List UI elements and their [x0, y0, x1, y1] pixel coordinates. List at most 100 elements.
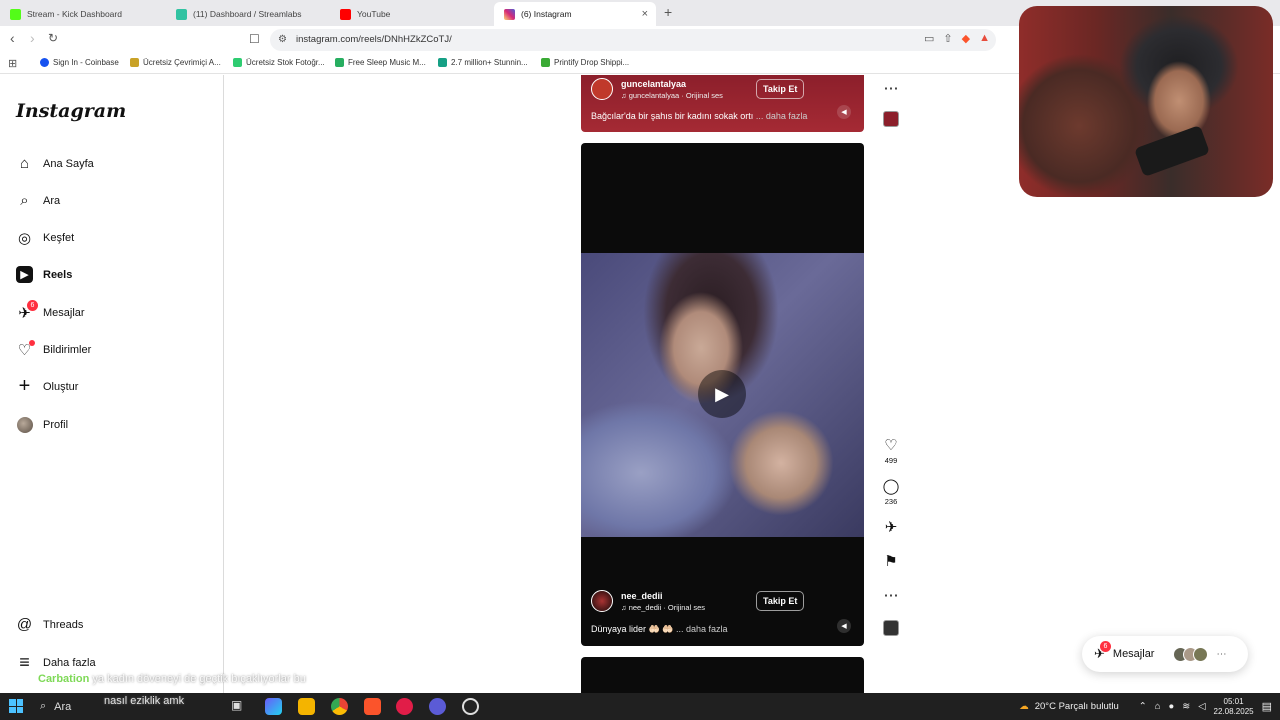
sidebar-item-home[interactable]: ⌂ Ana Sayfa [16, 155, 94, 172]
system-tray: ☁ 20°C Parçalı bulutlu ⌃ ⌂ ● ≋ ◁ 05:01 2… [1019, 693, 1280, 720]
sidebar-item-explore[interactable]: ◎ Keşfet [16, 229, 74, 247]
tab-youtube[interactable]: YouTube [330, 2, 494, 26]
reel-caption[interactable]: Bağcılar'da bir şahıs bir kadını sokak o… [591, 111, 807, 121]
bookmark-translate[interactable]: Ücretsiz Çevrimiçi A... [130, 58, 221, 67]
more-options-icon[interactable]: ⋯ [884, 79, 899, 97]
kick-icon [10, 8, 21, 20]
windows-start-icon[interactable] [9, 699, 23, 713]
address-bar[interactable]: ⚙ instagram.com/reels/DNhHZkZCoTJ/ [270, 29, 996, 51]
wifi-icon[interactable]: ≋ [1182, 701, 1190, 712]
back-icon[interactable]: ‹ [10, 30, 15, 46]
messages-icon: ✈ 6 [16, 300, 38, 322]
music-icon [335, 58, 344, 67]
task-view-icon[interactable]: ▣ [231, 698, 248, 715]
messages-pill[interactable]: ✈ 6 Mesajlar ⋯ [1082, 636, 1248, 672]
sidebar-item-threads[interactable]: @ Threads [16, 616, 83, 633]
bookmark-sleep-music[interactable]: Free Sleep Music M... [335, 58, 426, 67]
photo-icon [233, 58, 242, 67]
url-text: instagram.com/reels/DNhHZkZCoTJ/ [296, 34, 452, 45]
follow-button[interactable]: Takip Et [756, 79, 805, 99]
reel-current[interactable]: ▶ nee_dedii ♫ nee_dedii · Orijinal ses T… [581, 143, 864, 646]
microphone-icon[interactable]: ● [1169, 701, 1175, 712]
network-icon[interactable]: ⌂ [1155, 701, 1161, 712]
discord-icon[interactable] [429, 698, 446, 715]
bookmark-stock-photo[interactable]: Ücretsiz Stok Fotoğr... [233, 58, 325, 67]
printify-icon [541, 58, 550, 67]
plus-icon: + [18, 375, 31, 397]
sidebar-item-more[interactable]: ≡ Daha fazla [16, 652, 95, 672]
reel-username[interactable]: nee_dedii [621, 591, 705, 601]
brave-icon[interactable] [364, 698, 381, 715]
search-icon: ⌕ [20, 192, 29, 209]
volume-icon[interactable]: ◁ [1198, 701, 1205, 712]
cast-icon[interactable]: ▭ [924, 32, 934, 45]
save-button[interactable]: ⚑ [884, 552, 897, 570]
reel-next[interactable] [581, 657, 864, 693]
follow-button[interactable]: Takip Et [756, 591, 805, 611]
reel-caption[interactable]: Dünyaya lider 🤲🏻 🤲🏻 ... daha fazla [591, 624, 728, 635]
file-explorer-icon[interactable] [298, 698, 315, 715]
audio-thumbnail[interactable] [883, 620, 899, 636]
forward-icon[interactable]: › [30, 30, 35, 46]
like-button[interactable]: ♡ 499 [884, 436, 897, 465]
sidebar-item-notifications[interactable]: ♡ Bildirimler [16, 340, 91, 359]
sidebar-item-search[interactable]: ⌕ Ara [16, 192, 60, 209]
bookmark-printify[interactable]: Printify Drop Shippi... [541, 58, 629, 67]
sidebar-item-reels[interactable]: ▶ Reels [16, 266, 72, 283]
audio-thumbnail[interactable] [883, 111, 899, 127]
copilot-icon[interactable] [265, 698, 282, 715]
brave-shield-icon[interactable]: ◆ [962, 32, 970, 45]
notification-dot [29, 340, 35, 346]
image-site-icon [438, 58, 447, 67]
reel-audio[interactable]: ♫ nee_dedii · Orijinal ses [621, 603, 705, 612]
reels-icon: ▶ [16, 266, 33, 283]
chrome-icon[interactable] [331, 698, 348, 715]
apps-grid-icon[interactable]: ⊞ [8, 57, 17, 70]
music-note-icon: ♫ [621, 90, 629, 100]
comment-button[interactable]: ◯ 236 [883, 477, 900, 506]
reload-icon[interactable]: ↻ [48, 31, 58, 45]
messages-badge: 6 [1099, 641, 1111, 652]
threads-icon: @ [16, 616, 33, 633]
instagram-icon [504, 8, 515, 20]
share-icon[interactable]: ⇧ [943, 32, 952, 45]
reel-previous[interactable]: guncelantalyaa ♫ guncelantalyaa · Orijin… [581, 75, 864, 132]
close-tab-icon[interactable]: × [642, 8, 648, 20]
instagram-logo[interactable]: Instagram [16, 100, 126, 122]
clock[interactable]: 05:01 22.08.2025 [1214, 697, 1254, 717]
tab-instagram[interactable]: (6) Instagram × [494, 2, 656, 26]
site-info-icon[interactable]: ⚙ [278, 34, 287, 45]
sidebar-item-profile[interactable]: Profil [16, 416, 68, 433]
youtube-icon [340, 8, 351, 20]
search-icon: ⌕ [40, 700, 47, 712]
reel-avatar[interactable] [591, 590, 613, 612]
chat-username: Carbation [38, 673, 90, 685]
messages-badge: 6 [27, 300, 38, 311]
tab-streamlabs[interactable]: (11) Dashboard / Streamlabs [166, 2, 330, 26]
volume-icon[interactable]: ◀ [837, 105, 851, 119]
brave-rewards-icon[interactable]: ▲ [979, 32, 990, 45]
reel-audio[interactable]: ♫ guncelantalyaa · Orijinal ses [621, 91, 723, 100]
tab-kick[interactable]: Stream - Kick Dashboard [0, 2, 164, 26]
obs-icon[interactable] [462, 698, 479, 715]
notifications-icon[interactable]: ▤ [1262, 700, 1272, 713]
weather-widget[interactable]: ☁ 20°C Parçalı bulutlu [1019, 701, 1119, 712]
new-tab-button[interactable]: + [664, 4, 672, 20]
volume-icon[interactable]: ◀ [837, 619, 851, 633]
bookmark-coinbase[interactable]: Sign In - Coinbase [40, 58, 119, 67]
play-icon[interactable]: ▶ [698, 370, 746, 418]
toolbar-icons: ▭ ⇧ ◆ ▲ [924, 32, 990, 45]
bookmark-stunning[interactable]: 2.7 million+ Stunnin... [438, 58, 528, 67]
share-button[interactable]: ✈ [885, 518, 898, 536]
sidebar-item-create[interactable]: + Oluştur [16, 375, 79, 397]
reel-avatar[interactable] [591, 78, 613, 100]
sidebar-item-messages[interactable]: ✈ 6 Mesajlar [16, 300, 85, 322]
webcam-overlay [1019, 6, 1273, 197]
media-player-icon[interactable] [396, 698, 413, 715]
bookmark-icon[interactable]: ☐ [249, 32, 260, 46]
reel-username[interactable]: guncelantalyaa [621, 79, 723, 89]
comment-count: 236 [884, 497, 898, 506]
more-options-icon[interactable]: ⋯ [884, 586, 899, 604]
windows-taskbar: ⌕ Ara ▣ ☁ 20°C Parçalı bulutlu ⌃ ⌂ ● ≋ ◁… [0, 693, 1280, 720]
chevron-up-icon[interactable]: ⌃ [1139, 701, 1147, 712]
